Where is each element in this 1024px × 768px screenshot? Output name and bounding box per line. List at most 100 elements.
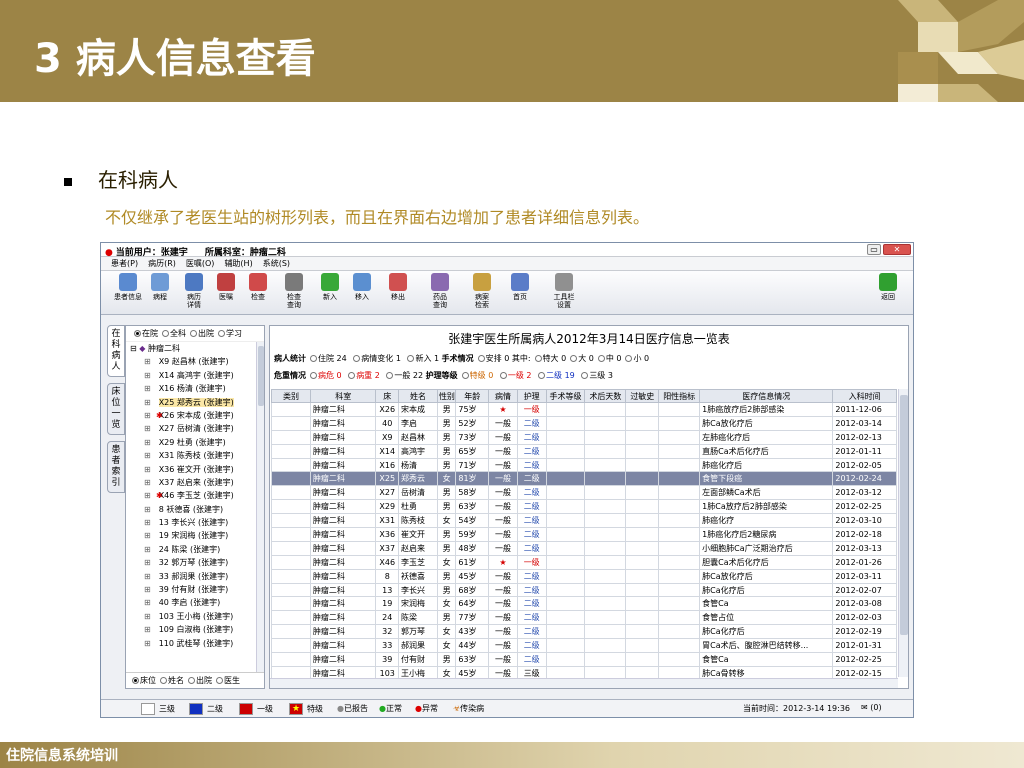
tree-item[interactable]: ⊞ 8 袄德喜 (张建宇) <box>126 503 264 516</box>
mid-radio[interactable] <box>534 355 542 362</box>
stats-radio[interactable] <box>407 355 415 362</box>
tree-item[interactable]: ⊞ ✱ X26 宋本成 (张建宇) <box>126 409 264 422</box>
expand-icon[interactable]: ⊞ <box>144 357 151 366</box>
table-row[interactable]: 肿瘤二科 X31 陈秀枝女 54岁 一般 二级 肺癌化疗 2012-03-10 <box>271 513 897 529</box>
expand-icon[interactable]: ⊞ <box>144 411 151 420</box>
menu-item-4[interactable]: 系统(S) <box>263 258 290 269</box>
column-header[interactable]: 病情 <box>488 389 518 403</box>
tree-item[interactable]: ⊞ X25 郑秀云 (张建宇) <box>126 396 264 409</box>
op-radio[interactable] <box>477 355 485 362</box>
expand-icon[interactable]: ⊞ <box>144 598 151 607</box>
toolbar-button-5[interactable]: 检查 查询 <box>277 273 311 309</box>
mid-radio[interactable] <box>597 355 605 362</box>
radio-3[interactable] <box>218 330 225 337</box>
column-header[interactable]: 姓名 <box>398 389 438 403</box>
sort-radio-2[interactable] <box>188 677 195 684</box>
toolbar-button-3[interactable]: 医嘱 <box>209 273 243 301</box>
column-header[interactable]: 入科时间 <box>832 389 897 403</box>
tree-item[interactable]: ⊞ X9 赵昌林 (张建宇) <box>126 355 264 368</box>
table-row[interactable]: 肿瘤二科 X37 赵启来男 48岁 一般 二级 小细胞肺Ca广泛期治疗后 2012-03-13 <box>271 540 897 556</box>
toolbar-button-9[interactable]: 药品 查询 <box>423 273 457 309</box>
expand-icon[interactable]: ⊞ <box>144 612 151 621</box>
table-hscrollbar[interactable] <box>270 678 898 688</box>
table-row[interactable]: 肿瘤二科 X27 岳树清男 58岁 一般 二级 左面部鳞Ca术后 2012-03-12 <box>271 485 897 501</box>
vtab-0[interactable]: 在科病人 <box>107 325 125 377</box>
expand-icon[interactable]: ⊞ <box>144 371 151 380</box>
column-header[interactable]: 性别 <box>436 389 457 403</box>
toolbar-button-2[interactable]: 病历 详情 <box>177 273 211 309</box>
expand-icon[interactable]: ⊞ <box>144 505 151 514</box>
menu-item-3[interactable]: 辅助(H) <box>224 258 252 269</box>
table-scrollbar[interactable] <box>898 389 908 677</box>
expand-icon[interactable]: ⊞ <box>144 491 151 500</box>
expand-icon[interactable]: ⊞ <box>144 572 151 581</box>
tree-item[interactable]: ⊞ 19 宋润梅 (张建宇) <box>126 529 264 542</box>
column-header[interactable]: 阳性指标 <box>658 389 701 403</box>
toolbar-button-10[interactable]: 病案 检索 <box>465 273 499 309</box>
column-header[interactable]: 护理 <box>516 389 547 403</box>
sort-radio-1[interactable] <box>160 677 167 684</box>
menu-item-1[interactable]: 病历(R) <box>148 258 176 269</box>
tree-root[interactable]: ⊟ ◆ 肿瘤二科 <box>126 342 264 355</box>
table-row[interactable]: 肿瘤二科 X29 杜勇男 63岁 一般 二级 1肺Ca放疗后2肺部感染 2012-02-25 <box>271 499 897 515</box>
toolbar-button-11[interactable]: 首页 <box>503 273 537 301</box>
table-row[interactable]: 肿瘤二科 13 李长兴男 68岁 一般 二级 肺Ca化疗后 2012-02-07 <box>271 582 897 598</box>
mid-radio[interactable] <box>570 355 578 362</box>
table-row[interactable]: 肿瘤二科 33 郝润果女 44岁 一般 二级 胃Ca术后、腹腔淋巴结转移... 2012-01… <box>271 638 897 654</box>
column-header[interactable]: 类别 <box>271 389 311 403</box>
tree-item[interactable]: ⊞ 13 李长兴 (张建宇) <box>126 516 264 529</box>
stats-radio[interactable] <box>353 355 361 362</box>
radio-2[interactable] <box>190 330 197 337</box>
expand-icon[interactable]: ⊞ <box>144 639 151 648</box>
tree-item[interactable]: ⊞ X36 崔文开 (张建宇) <box>126 463 264 476</box>
toolbar-button-0[interactable]: 患者信息 <box>111 273 145 301</box>
critical-radio[interactable] <box>348 372 356 379</box>
tree-scrollbar[interactable] <box>256 342 264 672</box>
expand-icon[interactable]: ⊞ <box>144 518 151 527</box>
tree-item[interactable]: ⊞ 32 郭万琴 (张建宇) <box>126 556 264 569</box>
table-row[interactable]: 肿瘤二科 32 郭万琴女 43岁 一般 二级 肺Ca化疗后 2012-02-19 <box>271 624 897 640</box>
stats-radio[interactable] <box>310 355 317 362</box>
expand-icon[interactable]: ⊞ <box>144 545 151 554</box>
table-row[interactable]: 肿瘤二科 24 陈梁男 77岁 一般 二级 食管占位 2012-02-03 <box>271 610 897 626</box>
toolbar-button-8[interactable]: 移出 <box>381 273 415 301</box>
nurse-radio[interactable] <box>461 372 469 379</box>
radio-1[interactable] <box>162 330 169 337</box>
expand-icon[interactable]: ⊞ <box>144 585 151 594</box>
tree-scroll-thumb[interactable] <box>258 346 264 406</box>
tree-item[interactable]: ⊞ X14 高鸿宇 (张建宇) <box>126 369 264 382</box>
toolbar-button-13[interactable]: 返回 <box>871 273 905 301</box>
expand-icon[interactable]: ⊞ <box>144 424 151 433</box>
column-header[interactable]: 科室 <box>309 389 377 403</box>
vtab-2[interactable]: 患者索引 <box>107 441 125 493</box>
column-header[interactable]: 手术等级 <box>545 389 586 403</box>
table-row[interactable]: 肿瘤二科 X26 宋本成男 75岁 ★ 一级 1肺癌放疗后2肺部感染 2011-12-06 <box>271 402 897 417</box>
close-button[interactable]: ✕ <box>883 244 911 255</box>
column-header[interactable]: 床 <box>375 389 400 403</box>
nurse-radio[interactable] <box>538 372 546 379</box>
sort-radio-0[interactable] <box>132 677 139 684</box>
sort-radio-3[interactable] <box>216 677 223 684</box>
expand-icon[interactable]: ⊞ <box>144 531 151 540</box>
tree-item[interactable]: ⊞ 110 武桂琴 (张建宇) <box>126 637 264 650</box>
expand-icon[interactable]: ⊞ <box>144 398 151 407</box>
minimize-button[interactable]: ▭ <box>867 244 881 255</box>
toolbar-button-4[interactable]: 检查 <box>241 273 275 301</box>
tree-item[interactable]: ⊞ X37 赵启来 (张建宇) <box>126 476 264 489</box>
expand-icon[interactable]: ⊞ <box>144 451 151 460</box>
radio-0[interactable] <box>134 330 141 337</box>
table-row[interactable]: 肿瘤二科 X16 杨清男 71岁 一般 二级 肺癌化疗后 2012-02-05 <box>271 457 897 473</box>
table-row[interactable]: 肿瘤二科 X14 高鸿宇男 65岁 一般 二级 直肠Ca术后化疗后 2012-01-11 <box>271 443 897 459</box>
tree-item[interactable]: ⊞ 33 郝润果 (张建宇) <box>126 570 264 583</box>
critical-radio[interactable] <box>386 372 394 379</box>
expand-icon[interactable]: ⊞ <box>144 438 151 447</box>
table-row[interactable]: 肿瘤二科 40 李启男 52岁 一般 二级 肺Ca放化疗后 2012-03-14 <box>271 415 897 431</box>
toolbar-button-6[interactable]: 新入 <box>313 273 347 301</box>
tree-item[interactable]: ⊞ 24 陈梁 (张建宇) <box>126 543 264 556</box>
tree-item[interactable]: ⊞ ✱ X46 李玉芝 (张建宇) <box>126 489 264 502</box>
tree-item[interactable]: ⊞ 40 李启 (张建宇) <box>126 596 264 609</box>
table-scroll-thumb[interactable] <box>900 395 908 635</box>
nurse-radio[interactable] <box>499 372 507 379</box>
expand-icon[interactable]: ⊞ <box>144 558 151 567</box>
mail-icon[interactable]: ✉ <box>861 703 868 712</box>
